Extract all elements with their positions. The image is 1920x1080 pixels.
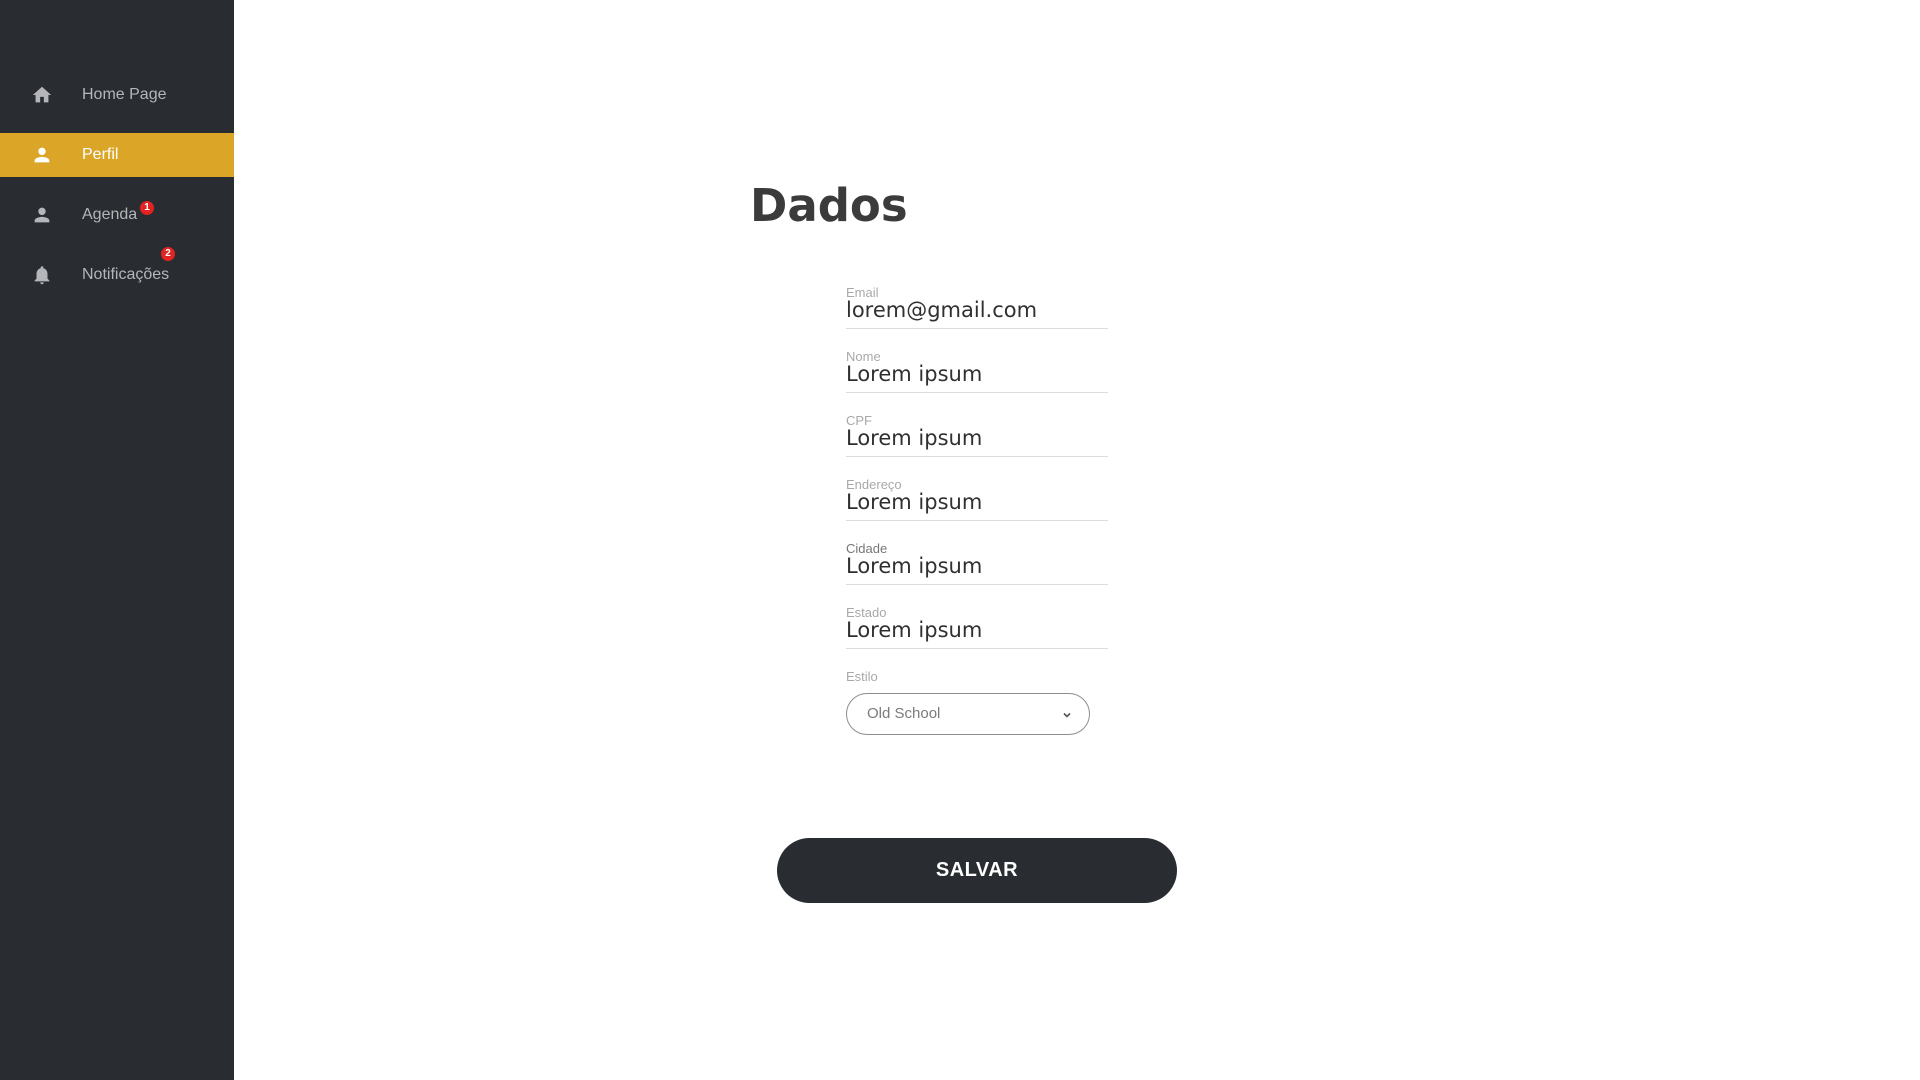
field-underline bbox=[846, 392, 1108, 393]
sidebar-item-notificacoes[interactable]: Notificações 2 bbox=[0, 247, 234, 297]
sidebar: Home Page Perfil Agenda 1 Notificações 2 bbox=[0, 0, 234, 1080]
notification-badge: 1 bbox=[140, 201, 154, 215]
field-value[interactable]: Lorem ipsum bbox=[846, 553, 982, 579]
field-value[interactable]: Lorem ipsum bbox=[846, 361, 982, 387]
field-underline bbox=[846, 328, 1108, 329]
user-icon bbox=[31, 144, 53, 166]
user-icon bbox=[31, 204, 53, 226]
field-value[interactable]: lorem@gmail.com bbox=[846, 297, 1037, 323]
estilo-label: Estilo bbox=[846, 669, 878, 684]
estado-field[interactable]: Estado Lorem ipsum bbox=[846, 605, 1108, 649]
select-value: Old School bbox=[867, 705, 941, 722]
home-icon bbox=[31, 84, 53, 106]
field-value[interactable]: Lorem ipsum bbox=[846, 489, 982, 515]
nome-field[interactable]: Nome Lorem ipsum bbox=[846, 349, 1108, 393]
field-value[interactable]: Lorem ipsum bbox=[846, 617, 982, 643]
field-underline bbox=[846, 584, 1108, 585]
field-value[interactable]: Lorem ipsum bbox=[846, 425, 982, 451]
notification-badge: 2 bbox=[161, 247, 175, 261]
sidebar-item-home-page[interactable]: Home Page bbox=[0, 73, 234, 117]
sidebar-item-label: Home Page bbox=[82, 86, 167, 103]
endereco-field[interactable]: Endereço Lorem ipsum bbox=[846, 477, 1108, 521]
sidebar-item-perfil[interactable]: Perfil bbox=[0, 133, 234, 177]
field-underline bbox=[846, 456, 1108, 457]
sidebar-item-label: Perfil bbox=[82, 146, 119, 163]
main-content: Dados Email lorem@gmail.com Nome Lorem i… bbox=[234, 0, 1920, 1080]
cpf-field[interactable]: CPF Lorem ipsum bbox=[846, 413, 1108, 457]
email-field[interactable]: Email lorem@gmail.com bbox=[846, 285, 1108, 329]
sidebar-item-label: Notificações bbox=[82, 266, 170, 283]
page-title: Dados bbox=[750, 179, 908, 232]
bell-icon bbox=[31, 264, 53, 286]
app: Home Page Perfil Agenda 1 Notificações 2… bbox=[0, 0, 1920, 1080]
save-button[interactable]: SALVAR bbox=[777, 838, 1177, 903]
sidebar-item-agenda[interactable]: Agenda 1 bbox=[0, 193, 234, 237]
field-underline bbox=[846, 520, 1108, 521]
sidebar-item-label: Agenda bbox=[82, 206, 138, 223]
chevron-down-icon bbox=[1061, 709, 1073, 721]
cidade-field[interactable]: Cidade Lorem ipsum bbox=[846, 541, 1108, 585]
field-underline bbox=[846, 648, 1108, 649]
estilo-select[interactable]: Old School bbox=[846, 693, 1090, 735]
